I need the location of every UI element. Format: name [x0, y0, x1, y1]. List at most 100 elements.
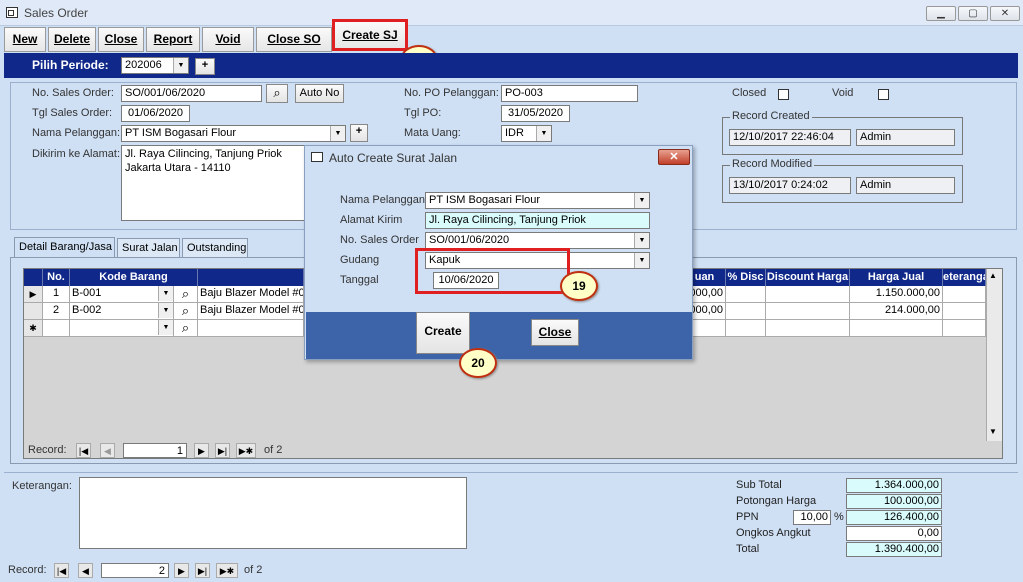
tab-surat-jalan[interactable]: Surat Jalan: [117, 238, 180, 257]
record-created-label: Record Created: [730, 110, 812, 122]
cell-no[interactable]: 2: [43, 303, 70, 320]
cell-harga[interactable]: [850, 320, 943, 337]
cell-disc-harga[interactable]: [766, 303, 850, 320]
potongan-value[interactable]: 100.000,00: [846, 494, 942, 509]
ppn-percent: %: [834, 511, 844, 523]
period-select[interactable]: 202006 ▼: [121, 57, 189, 74]
dlg-create-button[interactable]: Create: [416, 312, 470, 354]
cell-disc-harga[interactable]: [766, 286, 850, 303]
minimize-button[interactable]: ▁: [926, 6, 956, 21]
close-so-button[interactable]: Close SO: [256, 27, 332, 52]
last-record-icon[interactable]: ▶|: [215, 443, 230, 458]
void-button[interactable]: Void: [202, 27, 254, 52]
new-button[interactable]: New: [4, 27, 46, 52]
dlg-close-button[interactable]: Close: [531, 319, 579, 346]
nama-pelanggan-select[interactable]: PT ISM Bogasari Flour ▼: [121, 125, 346, 142]
cell-kode[interactable]: ▼: [70, 320, 174, 337]
window-title: Sales Order: [24, 6, 89, 20]
dlg-tanggal-label: Tanggal: [340, 274, 379, 286]
cell-keterangan[interactable]: [943, 303, 986, 320]
tgl-so-label: Tgl Sales Order:: [32, 107, 113, 119]
create-sj-button[interactable]: Create SJ: [332, 19, 408, 51]
scroll-down-icon[interactable]: ▼: [989, 427, 997, 436]
nama-pelanggan-label: Nama Pelanggan:: [32, 127, 121, 139]
search-icon[interactable]: ⌕: [174, 320, 198, 337]
cell-nama[interactable]: Baju Blazer Model #02: [198, 303, 304, 320]
cell-nama[interactable]: [198, 320, 304, 337]
scroll-up-icon[interactable]: ▲: [989, 271, 997, 280]
tgl-so-field[interactable]: 01/06/2020: [121, 105, 190, 122]
cell-disc[interactable]: [726, 286, 766, 303]
dialog-close-icon[interactable]: ✕: [658, 149, 690, 165]
cell-nama[interactable]: Baju Blazer Model #01: [198, 286, 304, 303]
grid-record-nav: Record: |◀ ◀ 1 ▶ ▶| ▶✱ of 2: [28, 443, 328, 459]
chevron-down-icon: ▼: [634, 253, 649, 268]
new-record-icon[interactable]: ▶✱: [236, 443, 256, 458]
add-pelanggan-button[interactable]: +: [350, 124, 368, 142]
void-label: Void: [832, 87, 854, 99]
tab-outstanding[interactable]: Outstanding: [182, 238, 248, 257]
cell-keterangan[interactable]: [943, 286, 986, 303]
tgl-po-field[interactable]: 31/05/2020: [501, 105, 570, 122]
alamat-textarea[interactable]: Jl. Raya Cilincing, Tanjung Priok Jakart…: [121, 145, 311, 221]
cell-no[interactable]: [43, 320, 70, 337]
new-record-icon[interactable]: ▶✱: [216, 563, 238, 578]
cell-no[interactable]: 1: [43, 286, 70, 303]
cell-disc-harga[interactable]: [766, 320, 850, 337]
dialog-title-bar: Auto Create Surat Jalan ✕: [305, 146, 692, 168]
po-field[interactable]: PO-003: [501, 85, 638, 102]
prev-record-icon[interactable]: ◀: [78, 563, 93, 578]
cell-harga[interactable]: 214.000,00: [850, 303, 943, 320]
next-record-icon[interactable]: ▶: [174, 563, 189, 578]
delete-button[interactable]: Delete: [48, 27, 96, 52]
keterangan-textarea[interactable]: [79, 477, 467, 549]
record-current[interactable]: 2: [101, 563, 169, 578]
cell-harga[interactable]: 1.150.000,00: [850, 286, 943, 303]
no-so-field[interactable]: SO/001/06/2020: [121, 85, 262, 102]
cell-disc[interactable]: [726, 320, 766, 337]
add-period-button[interactable]: +: [195, 58, 215, 75]
mata-uang-select[interactable]: IDR ▼: [501, 125, 552, 142]
nama-pelanggan-value: PT ISM Bogasari Flour: [125, 127, 237, 139]
search-icon[interactable]: ⌕: [174, 286, 198, 303]
cell-disc[interactable]: [726, 303, 766, 320]
dlg-nama-select[interactable]: PT ISM Bogasari Flour ▼: [425, 192, 650, 209]
chevron-down-icon: ▼: [536, 126, 551, 141]
title-bar: Sales Order ▁ ▢ ✕: [0, 0, 1023, 26]
row-selector-active[interactable]: ▶: [24, 286, 43, 303]
close-window-button[interactable]: ✕: [990, 6, 1020, 21]
record-label: Record:: [8, 564, 47, 576]
ppn-rate[interactable]: 10,00: [793, 510, 831, 525]
auto-create-sj-dialog: Auto Create Surat Jalan ✕ Nama Pelanggan…: [304, 145, 693, 360]
next-record-icon[interactable]: ▶: [194, 443, 209, 458]
form-icon: [6, 7, 18, 18]
dlg-alamat-field[interactable]: Jl. Raya Cilincing, Tanjung Priok: [425, 212, 650, 229]
first-record-icon[interactable]: |◀: [54, 563, 69, 578]
search-icon[interactable]: ⌕: [174, 303, 198, 320]
row-selector[interactable]: [24, 303, 43, 320]
prev-record-icon[interactable]: ◀: [100, 443, 115, 458]
cell-kode[interactable]: B-001 ▼: [70, 286, 174, 303]
closed-checkbox[interactable]: [778, 89, 789, 100]
record-modified-date: 13/10/2017 0:24:02: [729, 177, 851, 194]
dlg-gudang-label: Gudang: [340, 254, 380, 266]
last-record-icon[interactable]: ▶|: [195, 563, 210, 578]
close-button[interactable]: Close: [98, 27, 144, 52]
new-row-selector[interactable]: ✱: [24, 320, 43, 337]
cell-keterangan[interactable]: [943, 320, 986, 337]
col-header-keterangan: eterangan: [943, 269, 986, 286]
dlg-so-select[interactable]: SO/001/06/2020 ▼: [425, 232, 650, 249]
vertical-scrollbar[interactable]: ▲ ▼: [986, 269, 1002, 441]
report-button[interactable]: Report: [146, 27, 200, 52]
grid-record-current[interactable]: 1: [123, 443, 187, 458]
search-icon[interactable]: ⌕: [266, 84, 288, 103]
ongkos-value[interactable]: 0,00: [846, 526, 942, 541]
maximize-button[interactable]: ▢: [958, 6, 988, 21]
first-record-icon[interactable]: |◀: [76, 443, 91, 458]
cell-kode[interactable]: B-002 ▼: [70, 303, 174, 320]
tab-detail-barang[interactable]: Detail Barang/Jasa: [14, 237, 115, 257]
void-checkbox[interactable]: [878, 89, 889, 100]
auto-no-button[interactable]: Auto No: [295, 84, 344, 103]
total-label: Total: [736, 543, 760, 555]
record-of: of 2: [244, 564, 263, 576]
